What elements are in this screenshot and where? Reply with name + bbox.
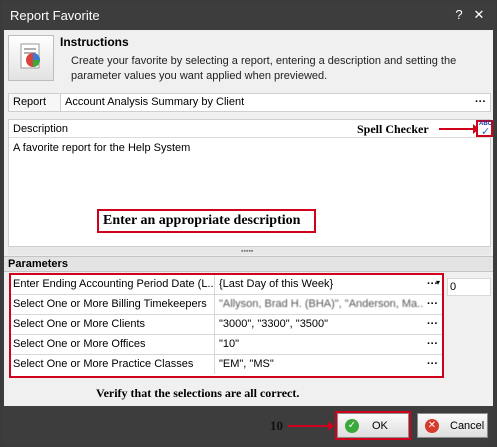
report-value[interactable]: Account Analysis Summary by Client — [65, 96, 244, 108]
report-field: Report Account Analysis Summary by Clien… — [8, 93, 491, 112]
step-arrow — [288, 421, 334, 431]
instructions-text: Create your favorite by selecting a repo… — [71, 55, 457, 82]
cancel-label: Cancel — [450, 420, 485, 432]
description-label: Description — [13, 123, 69, 135]
close-icon[interactable]: ✕ — [472, 8, 486, 22]
parameter-name: Select One or More Practice Classes — [11, 355, 215, 374]
window-title: Report Favorite — [10, 8, 100, 23]
description-header: Description Spell Checker ABC ✓ — [9, 120, 493, 138]
dialog-footer: 10 ✓ OK ✕ Cancel — [4, 406, 493, 444]
spell-check-icon[interactable]: ABC ✓ — [476, 120, 493, 138]
cancel-button[interactable]: ✕ Cancel — [417, 413, 488, 438]
description-panel: Description Spell Checker ABC ✓ A favori… — [8, 119, 493, 247]
parameter-extra-value[interactable]: 0 — [447, 278, 491, 296]
ok-button[interactable]: ✓ OK — [335, 411, 411, 440]
parameter-value[interactable]: "EM", "MS" — [219, 358, 424, 370]
parameter-browse-button[interactable]: ··· — [427, 318, 438, 330]
parameter-browse-button[interactable]: ··· — [427, 298, 438, 310]
parameter-value[interactable]: "10" — [219, 338, 424, 350]
parameter-value[interactable]: "Allyson, Brad H. (BHA)", "Anderson, Ma.… — [219, 298, 424, 310]
parameters-header: Parameters — [4, 256, 493, 272]
parameter-value[interactable]: "3000", "3300", "3500" — [219, 318, 424, 330]
help-icon[interactable]: ? — [452, 8, 466, 22]
parameter-browse-button[interactable]: ··· — [427, 338, 438, 350]
report-favorite-icon — [8, 35, 54, 81]
parameters-grid: Enter Ending Accounting Period Date (L..… — [9, 273, 444, 378]
verify-annotation: Verify that the selections are all corre… — [96, 386, 300, 400]
dialog-body: Instructions Create your favorite by sel… — [4, 30, 493, 444]
spell-checker-annotation: Spell Checker — [357, 122, 429, 136]
ok-label: OK — [372, 420, 388, 432]
description-input[interactable]: A favorite report for the Help System — [13, 142, 190, 154]
chevron-down-icon[interactable]: ▾ — [436, 278, 440, 287]
check-icon: ✓ — [345, 419, 359, 433]
parameter-row[interactable]: Select One or More Clients "3000", "3300… — [11, 315, 442, 335]
parameters-title: Parameters — [8, 258, 68, 270]
spell-check-tick: ✓ — [481, 126, 491, 138]
parameter-name: Select One or More Offices — [11, 335, 215, 354]
step-number: 10 — [270, 418, 283, 433]
parameter-row[interactable]: Select One or More Practice Classes "EM"… — [11, 355, 442, 375]
report-label: Report — [9, 94, 61, 111]
report-favorite-dialog: Report Favorite ? ✕ Instructions Create … — [0, 0, 497, 447]
parameter-browse-button[interactable]: ··· — [427, 358, 438, 370]
parameter-name: Enter Ending Accounting Period Date (L..… — [11, 275, 215, 294]
instructions-title: Instructions — [60, 35, 129, 49]
splitter-handle[interactable]: ▪▪▪▪▪ — [8, 247, 491, 255]
parameter-name: Select One or More Billing Timekeepers — [11, 295, 215, 314]
parameter-value[interactable]: {Last Day of this Week} — [219, 278, 424, 290]
cancel-icon: ✕ — [425, 419, 439, 433]
parameter-row[interactable]: Select One or More Offices "10" ··· — [11, 335, 442, 355]
grip-icon: ▪▪▪▪▪ — [241, 248, 254, 255]
description-annotation: Enter an appropriate description — [97, 209, 316, 233]
title-bar: Report Favorite ? ✕ — [1, 1, 496, 30]
parameter-row[interactable]: Select One or More Billing Timekeepers "… — [11, 295, 442, 315]
parameter-row[interactable]: Enter Ending Accounting Period Date (L..… — [11, 275, 442, 295]
spell-checker-arrow — [439, 124, 479, 134]
report-browse-button[interactable]: ··· — [475, 96, 486, 108]
parameter-name: Select One or More Clients — [11, 315, 215, 334]
instructions-panel: Instructions Create your favorite by sel… — [4, 30, 493, 90]
